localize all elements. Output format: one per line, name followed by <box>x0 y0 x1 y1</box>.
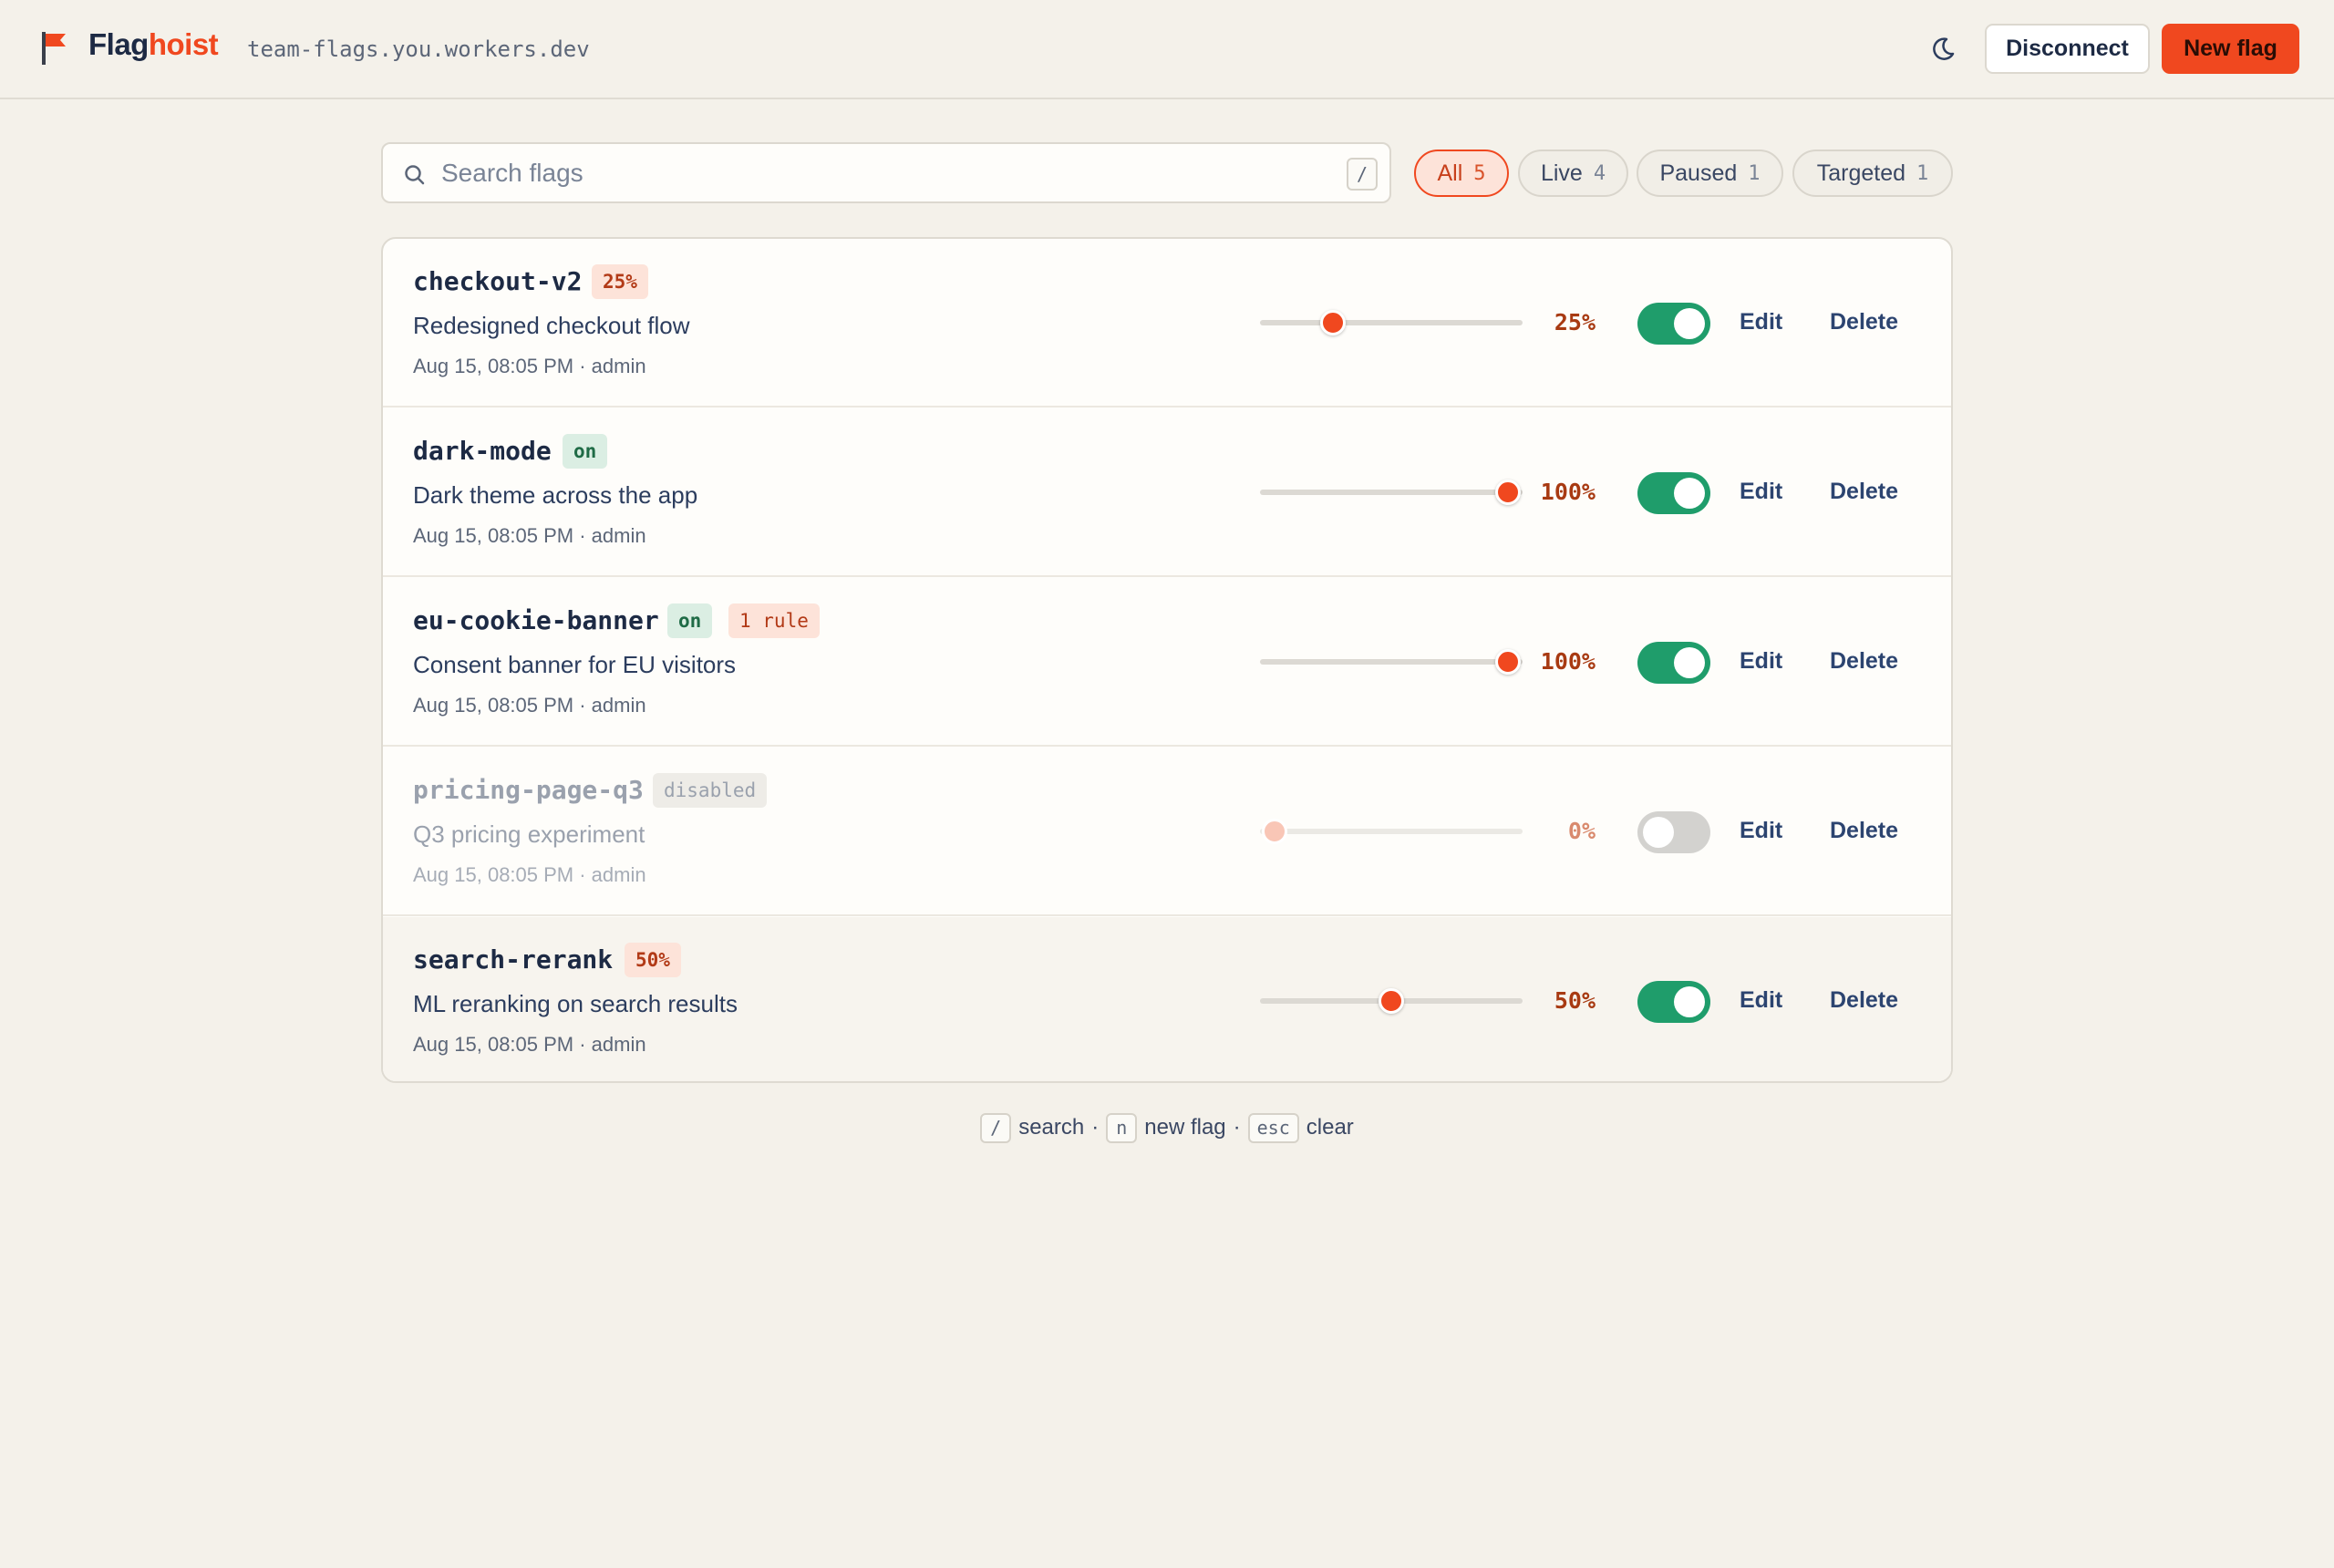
flag-description: ML reranking on search results <box>413 990 738 1017</box>
flag-list: checkout-v2 25% Redesigned checkout flow… <box>381 237 1953 1083</box>
app-brand: Flaghoist <box>88 27 219 62</box>
rule-badge: 1 rule <box>728 603 820 638</box>
rollout-value: 25% <box>1554 309 1596 335</box>
enabled-toggle[interactable] <box>1637 303 1710 345</box>
rollout-slider[interactable] <box>1260 480 1523 505</box>
toggle-knob <box>1674 986 1705 1017</box>
rollout-badge: 50% <box>625 943 681 977</box>
toggle-knob <box>1674 478 1705 509</box>
filter-chip-live[interactable]: Live 4 <box>1518 150 1628 197</box>
toggle-knob <box>1643 817 1674 848</box>
flag-description: Dark theme across the app <box>413 481 698 509</box>
filter-chip-label: Live <box>1540 160 1583 186</box>
hint-text-search: search <box>1018 1115 1085 1140</box>
search-shortcut-key: / <box>1347 158 1378 191</box>
slider-track <box>1260 490 1523 495</box>
rollout-slider[interactable] <box>1260 310 1523 335</box>
rollout-value: 100% <box>1540 479 1596 505</box>
slider-track <box>1260 320 1523 325</box>
search-input[interactable] <box>441 153 1262 193</box>
hint-key-new: n <box>1106 1112 1138 1143</box>
delete-button[interactable]: Delete <box>1830 987 1898 1014</box>
hint-separator: · <box>1091 1115 1100 1140</box>
flag-description: Redesigned checkout flow <box>413 312 690 339</box>
filter-chip-count: 1 <box>1916 161 1929 185</box>
filter-chip-label: Targeted <box>1816 160 1906 186</box>
delete-button[interactable]: Delete <box>1830 818 1898 844</box>
flag-meta: Aug 15, 08:05 PM · admin <box>413 355 646 377</box>
disconnect-button[interactable]: Disconnect <box>1985 24 2150 74</box>
flag-meta: Aug 15, 08:05 PM · admin <box>413 524 646 547</box>
enabled-toggle[interactable] <box>1637 811 1710 853</box>
flag-logo-icon <box>42 32 66 65</box>
slider-track <box>1260 829 1523 834</box>
hint-text-new: new flag <box>1144 1115 1226 1140</box>
status-badge: disabled <box>653 773 768 808</box>
toggle-knob <box>1674 647 1705 678</box>
enabled-toggle[interactable] <box>1637 472 1710 514</box>
flag-meta: Aug 15, 08:05 PM · admin <box>413 863 646 886</box>
slider-thumb[interactable] <box>1262 819 1287 844</box>
toggle-knob <box>1674 308 1705 339</box>
flag-name: search-rerank <box>413 944 614 975</box>
hint-key-esc: esc <box>1247 1112 1299 1143</box>
search-box: / <box>381 142 1391 203</box>
moon-icon[interactable] <box>1928 35 1957 64</box>
flag-name: checkout-v2 <box>413 266 583 296</box>
flag-description: Q3 pricing experiment <box>413 820 645 848</box>
top-bar: Flaghoist team-flags.you.workers.dev Dis… <box>0 0 2334 99</box>
workspace-host: team-flags.you.workers.dev <box>247 36 590 62</box>
filter-chip-label: Paused <box>1659 160 1738 186</box>
edit-button[interactable]: Edit <box>1740 648 1782 675</box>
filter-chip-count: 1 <box>1748 161 1761 185</box>
filter-chip-count: 4 <box>1593 161 1606 185</box>
filter-chip-label: All <box>1437 160 1463 186</box>
delete-button[interactable]: Delete <box>1830 479 1898 505</box>
delete-button[interactable]: Delete <box>1830 309 1898 335</box>
flag-row-checkout-v2: checkout-v2 25% Redesigned checkout flow… <box>383 239 1951 407</box>
edit-button[interactable]: Edit <box>1740 987 1782 1014</box>
hint-separator: · <box>1233 1115 1241 1140</box>
rollout-value: 0% <box>1567 818 1596 844</box>
new-flag-button[interactable]: New flag <box>2162 24 2299 74</box>
flag-name: dark-mode <box>413 436 552 466</box>
brand-part1: Flag <box>88 27 149 61</box>
enabled-toggle[interactable] <box>1637 642 1710 684</box>
slider-track <box>1260 659 1523 665</box>
hint-text-clear: clear <box>1306 1115 1354 1140</box>
rollout-value: 100% <box>1540 648 1596 675</box>
brand-part2: hoist <box>148 27 219 61</box>
rollout-badge: 25% <box>592 264 648 299</box>
delete-button[interactable]: Delete <box>1830 648 1898 675</box>
flag-row-dark-mode: dark-mode on Dark theme across the app A… <box>383 408 1951 577</box>
filter-chip-count: 5 <box>1473 161 1486 185</box>
flag-meta: Aug 15, 08:05 PM · admin <box>413 1033 646 1056</box>
slider-thumb[interactable] <box>1320 310 1346 335</box>
flag-meta: Aug 15, 08:05 PM · admin <box>413 694 646 717</box>
rollout-slider[interactable] <box>1260 649 1523 675</box>
flag-name: pricing-page-q3 <box>413 775 644 805</box>
filter-chip-targeted[interactable]: Targeted 1 <box>1792 150 1953 197</box>
filter-chip-paused[interactable]: Paused 1 <box>1637 150 1783 197</box>
flag-row-eu-cookie-banner: eu-cookie-banner on 1 rule Consent banne… <box>383 578 1951 747</box>
rollout-slider[interactable] <box>1260 819 1523 844</box>
rollout-slider[interactable] <box>1260 988 1523 1014</box>
flag-name: eu-cookie-banner <box>413 605 659 635</box>
status-badge: on <box>667 603 713 638</box>
hint-key-search: / <box>980 1112 1012 1143</box>
slider-thumb[interactable] <box>1379 988 1404 1014</box>
flag-row-search-rerank: search-rerank 50% ML reranking on search… <box>383 917 1951 1081</box>
edit-button[interactable]: Edit <box>1740 479 1782 505</box>
filter-chip-all[interactable]: All 5 <box>1414 150 1509 197</box>
search-icon <box>405 165 425 185</box>
status-badge: on <box>563 434 608 469</box>
enabled-toggle[interactable] <box>1637 981 1710 1023</box>
flag-row-pricing-page-q3: pricing-page-q3 disabled Q3 pricing expe… <box>383 748 1951 916</box>
keyboard-hints: / search · n new flag · esc clear <box>0 1111 2334 1144</box>
flag-description: Consent banner for EU visitors <box>413 651 737 678</box>
rollout-value: 50% <box>1554 987 1596 1014</box>
edit-button[interactable]: Edit <box>1740 818 1782 844</box>
edit-button[interactable]: Edit <box>1740 309 1782 335</box>
